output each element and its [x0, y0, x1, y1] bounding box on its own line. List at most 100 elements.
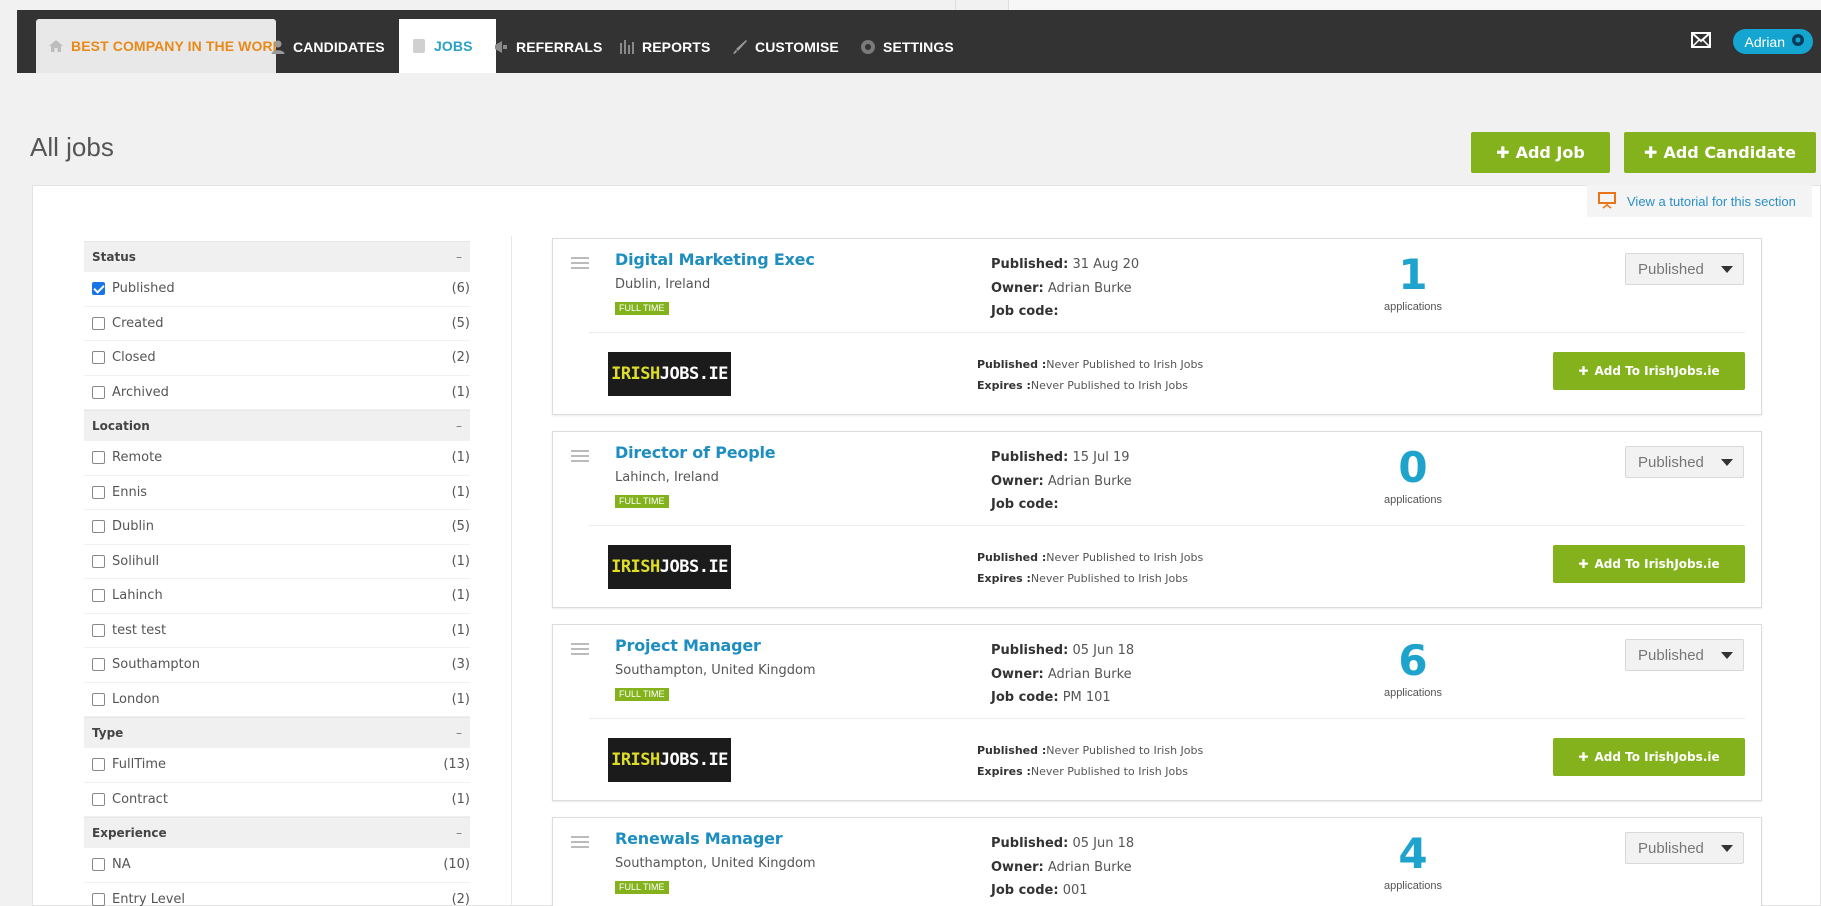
status-dropdown[interactable]: Published	[1625, 446, 1744, 478]
checkbox[interactable]	[92, 316, 105, 330]
checkbox[interactable]	[92, 692, 105, 706]
mail-icon[interactable]	[1690, 31, 1711, 52]
add-candidate-button[interactable]: ✚ Add Candidate	[1624, 132, 1816, 173]
filter-option[interactable]: Southampton (3)	[84, 648, 470, 683]
filter-option[interactable]: Ennis (1)	[84, 476, 470, 510]
add-to-irishjobs-button[interactable]: ✚ Add To IrishJobs.ie	[1553, 352, 1745, 390]
bar-chart-icon	[619, 39, 635, 55]
filter-option-count: (6)	[451, 281, 470, 297]
checkbox[interactable]	[92, 758, 105, 772]
filter-option[interactable]: FullTime (13)	[84, 748, 470, 783]
filter-option-label: Southampton	[112, 657, 200, 673]
filter-option[interactable]: NA (10)	[84, 848, 470, 883]
board-expires: Never Published to Irish Jobs	[1030, 572, 1188, 585]
job-type-badge: FULL TIME	[615, 688, 669, 701]
applications-count[interactable]: 0	[1373, 444, 1453, 492]
nav-settings[interactable]: SETTINGS	[860, 20, 954, 73]
nav-candidates-label: CANDIDATES	[293, 38, 385, 55]
job-published-date: 05 Jun 18	[1072, 836, 1135, 851]
add-job-button[interactable]: ✚ Add Job	[1471, 132, 1610, 173]
filter-header-type[interactable]: Type –	[84, 717, 470, 748]
add-to-irishjobs-label: Add To IrishJobs.ie	[1594, 364, 1720, 378]
top-nav: BEST COMPANY IN THE WORLD CANDIDATES JOB…	[17, 10, 1821, 73]
nav-candidates[interactable]: CANDIDATES	[270, 20, 385, 73]
filter-option[interactable]: London (1)	[84, 683, 470, 717]
checkbox[interactable]	[92, 892, 105, 906]
board-status: Published :Never Published to Irish Jobs…	[977, 354, 1203, 396]
nav-jobs[interactable]: JOBS	[399, 19, 496, 73]
nav-referrals[interactable]: REFERRALS	[493, 20, 602, 73]
checkbox[interactable]	[92, 385, 105, 399]
board-label: Expires :	[977, 572, 1031, 585]
filter-option[interactable]: Contract (1)	[84, 783, 470, 817]
nav-reports[interactable]: REPORTS	[619, 20, 710, 73]
filter-option[interactable]: Closed (2)	[84, 341, 470, 376]
tutorial-link[interactable]: View a tutorial for this section	[1587, 185, 1812, 217]
nav-customise[interactable]: CUSTOMISE	[732, 20, 839, 73]
filters-panel: Status – Published (6) Created (5) Closed (…	[84, 241, 470, 906]
meta-label: Owner:	[991, 859, 1044, 875]
job-published-date: 05 Jun 18	[1072, 643, 1135, 658]
presentation-icon	[1597, 191, 1617, 212]
job-location: Southampton, United Kingdom	[615, 663, 816, 678]
filter-option-label: Contract	[112, 791, 168, 807]
filter-option[interactable]: Archived (1)	[84, 376, 470, 410]
job-card: Digital Marketing Exec Dublin, Ireland F…	[552, 238, 1762, 415]
checkbox[interactable]	[92, 520, 105, 534]
drag-handle-icon[interactable]	[571, 257, 589, 272]
filter-option-label: test test	[112, 622, 167, 638]
meta-label: Published:	[991, 450, 1069, 465]
job-title-link[interactable]: Project Manager	[615, 636, 761, 655]
job-type-badge: FULL TIME	[615, 881, 669, 894]
filter-option[interactable]: Created (5)	[84, 307, 470, 341]
job-title-link[interactable]: Renewals Manager	[615, 829, 783, 848]
add-to-irishjobs-button[interactable]: ✚ Add To IrishJobs.ie	[1553, 545, 1745, 583]
filter-option[interactable]: Dublin (5)	[84, 510, 470, 545]
irishjobs-logo: IRISH JOBS.IE	[608, 352, 731, 396]
drag-handle-icon[interactable]	[571, 643, 589, 658]
add-to-irishjobs-label: Add To IrishJobs.ie	[1594, 557, 1720, 571]
checkbox[interactable]	[92, 554, 105, 568]
checkbox[interactable]	[92, 658, 105, 672]
checkbox[interactable]	[92, 792, 105, 806]
filter-option[interactable]: Published (6)	[84, 272, 470, 307]
meta-label: Job code:	[991, 883, 1059, 898]
nav-company[interactable]: BEST COMPANY IN THE WORLD	[36, 19, 276, 73]
filter-option[interactable]: Entry Level (2)	[84, 883, 470, 906]
drag-handle-icon[interactable]	[571, 450, 589, 465]
filter-option-count: (1)	[451, 384, 470, 400]
job-title-link[interactable]: Director of People	[615, 443, 776, 462]
filter-option-label: Ennis	[112, 484, 148, 500]
job-title-link[interactable]: Digital Marketing Exec	[615, 250, 815, 269]
drag-handle-icon[interactable]	[571, 836, 589, 851]
filter-header-location[interactable]: Location –	[84, 410, 470, 441]
user-menu[interactable]: Adrian	[1732, 29, 1813, 54]
checkbox[interactable]	[92, 858, 105, 872]
user-name: Adrian	[1744, 33, 1785, 50]
board-label: Published :	[977, 551, 1047, 564]
status-dropdown[interactable]: Published	[1625, 253, 1744, 285]
checkbox[interactable]	[92, 282, 105, 296]
checkbox[interactable]	[92, 485, 105, 499]
status-dropdown[interactable]: Published	[1625, 832, 1744, 864]
filter-header-experience[interactable]: Experience –	[84, 817, 470, 848]
board-label: Published :	[977, 744, 1047, 757]
checkbox[interactable]	[92, 589, 105, 603]
applications-count[interactable]: 4	[1373, 830, 1453, 878]
top-strip-divider	[955, 0, 967, 10]
add-to-irishjobs-button[interactable]: ✚ Add To IrishJobs.ie	[1553, 738, 1745, 776]
filter-header-status[interactable]: Status –	[84, 241, 470, 272]
job-location: Lahinch, Ireland	[615, 470, 719, 485]
filter-title: Type	[92, 726, 124, 740]
applications-count[interactable]: 1	[1373, 251, 1453, 299]
filter-option[interactable]: Remote (1)	[84, 441, 470, 476]
checkbox[interactable]	[92, 451, 105, 465]
filter-option-label: FullTime	[112, 757, 167, 773]
filter-option[interactable]: Lahinch (1)	[84, 579, 470, 614]
checkbox[interactable]	[92, 623, 105, 637]
filter-option[interactable]: Solihull (1)	[84, 545, 470, 579]
applications-count[interactable]: 6	[1373, 637, 1453, 685]
checkbox[interactable]	[92, 351, 105, 365]
filter-option[interactable]: test test (1)	[84, 614, 470, 648]
status-dropdown[interactable]: Published	[1625, 639, 1744, 671]
